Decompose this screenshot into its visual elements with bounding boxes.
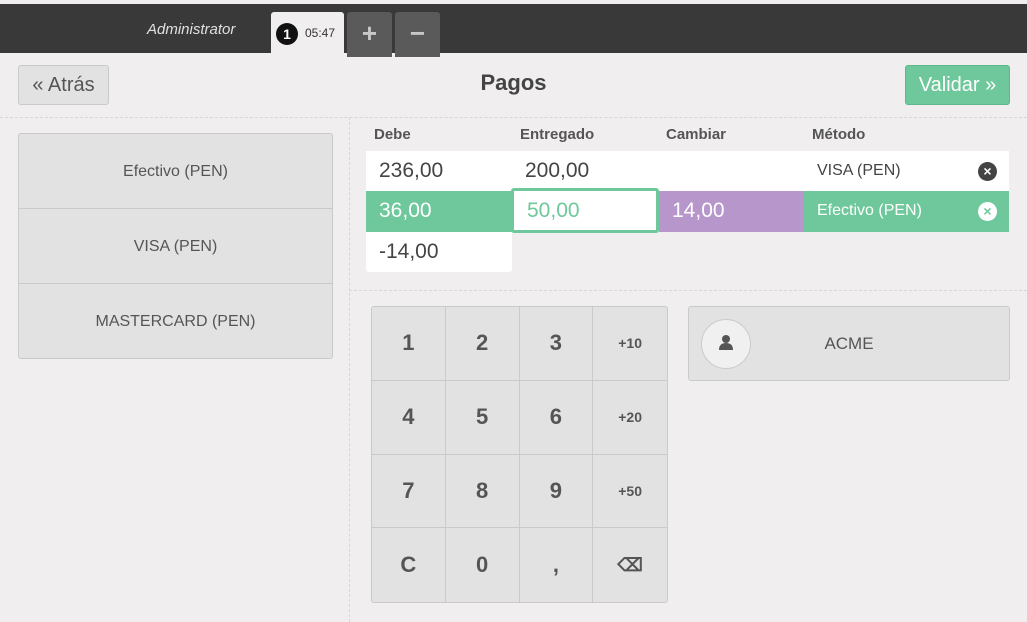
column-header-due: Debe	[374, 126, 411, 143]
paymentline-row[interactable]: 236,00 200,00 VISA (PEN) ×	[366, 151, 1009, 191]
divider	[349, 117, 350, 622]
due-value: 36,00	[379, 199, 432, 222]
tendered-value: 200,00	[525, 159, 590, 182]
add-order-button[interactable]: +	[347, 12, 392, 57]
remove-paymentline-icon[interactable]: ×	[978, 202, 997, 221]
user-name[interactable]: Administrator	[147, 21, 235, 38]
validate-button[interactable]: Validar »	[905, 65, 1010, 105]
column-header-change: Cambiar	[666, 126, 727, 143]
due-value: 236,00	[379, 159, 444, 182]
numpad-key-5[interactable]: 5	[445, 380, 520, 455]
remove-order-button[interactable]: −	[395, 12, 440, 57]
numpad-key-9[interactable]: 9	[519, 454, 594, 529]
column-header-method: Método	[812, 126, 866, 143]
remove-paymentline-icon[interactable]: ×	[978, 162, 997, 181]
numpad-key-4[interactable]: 4	[372, 380, 446, 455]
numpad-key-8[interactable]: 8	[445, 454, 520, 529]
numpad-key-plus20[interactable]: +20	[593, 381, 667, 455]
change-cell: 14,00	[659, 191, 804, 232]
numpad-key-comma[interactable]: ,	[520, 528, 594, 602]
tendered-value: 50,00	[527, 199, 580, 222]
numpad-key-plus10[interactable]: +10	[593, 307, 667, 381]
order-number-badge: 1	[276, 23, 298, 45]
divider	[349, 290, 1027, 291]
divider	[0, 117, 1027, 118]
method-value: VISA (PEN)	[817, 162, 901, 179]
numpad-key-0[interactable]: 0	[446, 528, 520, 602]
backspace-icon[interactable]: ⌫	[593, 528, 667, 602]
customer-button[interactable]: ACME	[688, 306, 1010, 381]
numpad-key-3[interactable]: 3	[519, 307, 594, 381]
column-header-tendered: Entregado	[520, 126, 595, 143]
numpad-key-clear[interactable]: C	[372, 528, 446, 602]
tendered-input[interactable]: 50,00	[511, 188, 659, 233]
payment-methods-list: Efectivo (PEN) VISA (PEN) MASTERCARD (PE…	[18, 133, 333, 359]
numpad-key-7[interactable]: 7	[372, 454, 446, 529]
selected-due-cell[interactable]: 36,00	[366, 191, 512, 232]
selected-method-cell[interactable]: Efectivo (PEN) ×	[804, 191, 1009, 232]
method-value: Efectivo (PEN)	[817, 202, 922, 219]
top-bar: Administrator 1 05:47 + −	[0, 4, 1027, 57]
numpad-key-plus50[interactable]: +50	[593, 455, 667, 529]
customer-name: ACME	[824, 334, 874, 353]
payment-method-mastercard[interactable]: MASTERCARD (PEN)	[19, 284, 332, 358]
numpad: 1 2 3 +10 4 5 6 +20 7 8 9 +50 C 0 , ⌫	[371, 306, 668, 603]
order-time: 05:47	[305, 26, 336, 40]
payment-method-cash[interactable]: Efectivo (PEN)	[19, 134, 332, 209]
remaining-row: -14,00	[366, 232, 512, 272]
numpad-key-2[interactable]: 2	[445, 307, 520, 381]
numpad-key-1[interactable]: 1	[372, 307, 446, 381]
remaining-value: -14,00	[379, 240, 439, 263]
order-tab[interactable]: 1 05:47	[271, 12, 344, 57]
numpad-key-6[interactable]: 6	[519, 380, 594, 455]
page-title: Pagos	[480, 70, 547, 95]
change-value: 14,00	[672, 199, 725, 222]
payment-method-visa[interactable]: VISA (PEN)	[19, 209, 332, 284]
